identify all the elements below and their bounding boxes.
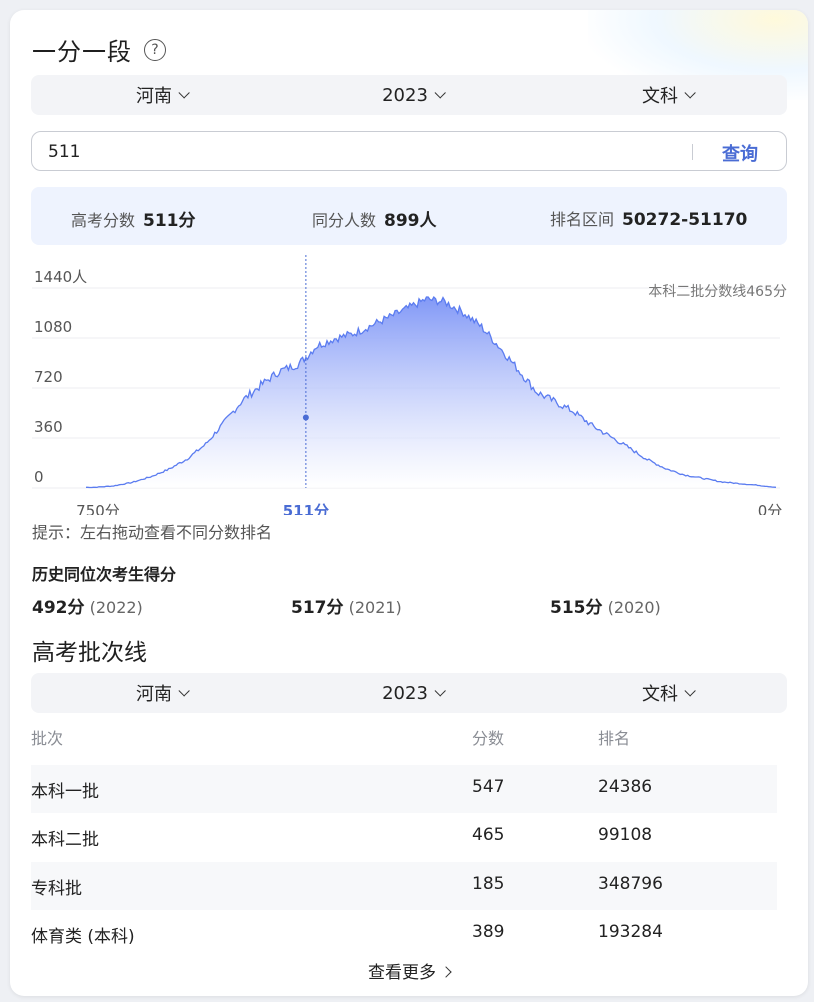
batch-score: 389 xyxy=(472,922,505,942)
batch-province-select[interactable]: 河南 xyxy=(136,680,190,706)
query-button[interactable]: 查询 xyxy=(722,140,758,166)
cutoff-annotation: 本科二批分数线465分 xyxy=(648,284,787,300)
column-header-batch: 批次 xyxy=(31,729,64,748)
chevron-down-icon xyxy=(434,685,446,697)
history-item: 517分 (2021) xyxy=(291,593,402,618)
batch-year-select[interactable]: 2023 xyxy=(382,682,446,704)
x-axis-left-label: 750分 xyxy=(76,502,120,515)
chevron-down-icon xyxy=(684,87,696,99)
batch-name: 本科二批 xyxy=(31,830,99,850)
same-score-label: 同分人数 xyxy=(312,211,377,230)
y-tick-label: 720 xyxy=(34,368,63,386)
batch-subject-select[interactable]: 文科 xyxy=(642,680,696,706)
score-search-box: 查询 xyxy=(31,131,787,171)
batch-score: 465 xyxy=(472,825,505,845)
batch-filter-bar: 河南 2023 文科 xyxy=(31,673,787,713)
filter-bar: 河南 2023 文科 xyxy=(31,75,787,115)
batch-subject-label: 文科 xyxy=(642,684,678,705)
batch-rank: 24386 xyxy=(598,777,653,797)
history-item: 492分 (2022) xyxy=(32,593,143,618)
y-tick-label: 360 xyxy=(34,418,63,436)
batch-rank: 348796 xyxy=(598,874,663,894)
subject-select[interactable]: 文科 xyxy=(642,82,696,108)
history-year: (2021) xyxy=(348,598,402,617)
batch-rank: 99108 xyxy=(598,825,653,845)
batch-name: 专科批 xyxy=(31,879,82,899)
subject-select-label: 文科 xyxy=(642,86,678,107)
history-item: 515分 (2020) xyxy=(550,593,661,618)
batch-rank: 193284 xyxy=(598,922,663,942)
score-input[interactable] xyxy=(48,140,668,164)
exam-score-label: 高考分数 xyxy=(71,211,136,230)
chevron-down-icon xyxy=(434,87,446,99)
question-circle-icon[interactable]: ? xyxy=(144,38,166,61)
same-score-value: 899人 xyxy=(384,211,437,231)
batch-name: 本科一批 xyxy=(31,782,99,802)
chart-svg[interactable]: 1440人 1080 720 360 0 本科二批分数线465分 750分 0分 511分 xyxy=(10,245,808,520)
distribution-area xyxy=(86,297,776,488)
batch-section-title: 高考批次线 xyxy=(32,640,147,666)
view-more-link[interactable]: 查看更多 xyxy=(10,958,808,983)
exam-score-stat: 高考分数 511分 xyxy=(71,206,196,231)
year-select-label: 2023 xyxy=(382,84,428,106)
marker-score-label: 511分 xyxy=(283,502,329,515)
history-score: 517分 xyxy=(291,598,344,618)
score-summary: 高考分数 511分 同分人数 899人 排名区间 50272-51170 xyxy=(31,187,787,245)
chevron-down-icon xyxy=(178,87,190,99)
search-divider xyxy=(692,144,693,160)
history-score: 515分 xyxy=(550,598,603,618)
y-tick-label: 1440人 xyxy=(34,268,87,286)
score-marker-dot[interactable] xyxy=(302,414,309,421)
table-row: 体育类 (本科) 389 193284 xyxy=(31,910,777,958)
province-select[interactable]: 河南 xyxy=(136,82,190,108)
title-row: 一分一段 ? xyxy=(32,32,166,67)
column-header-score: 分数 xyxy=(472,729,505,748)
rank-range-label: 排名区间 xyxy=(550,210,615,229)
table-row: 本科一批 547 24386 xyxy=(31,765,777,813)
exam-score-value: 511分 xyxy=(143,211,196,231)
table-row: 本科二批 465 99108 xyxy=(31,813,777,861)
year-select[interactable]: 2023 xyxy=(382,84,446,106)
column-header-rank: 排名 xyxy=(598,729,631,748)
page-title: 一分一段 xyxy=(32,38,132,66)
history-year: (2022) xyxy=(89,598,143,617)
province-select-label: 河南 xyxy=(136,86,172,107)
rank-range-stat: 排名区间 50272-51170 xyxy=(550,206,747,230)
score-distribution-chart[interactable]: 1440人 1080 720 360 0 本科二批分数线465分 750分 0分 511分 xyxy=(10,245,808,520)
y-tick-label: 0 xyxy=(34,468,44,486)
chevron-right-icon xyxy=(440,966,452,978)
batch-province-label: 河南 xyxy=(136,684,172,705)
drag-hint: 提示：左右拖动查看不同分数排名 xyxy=(32,523,273,542)
rank-range-value: 50272-51170 xyxy=(622,210,748,230)
batch-name: 体育类 (本科) xyxy=(31,927,135,947)
table-row: 专科批 185 348796 xyxy=(31,862,777,910)
same-score-stat: 同分人数 899人 xyxy=(312,206,437,231)
batch-year-label: 2023 xyxy=(382,682,428,704)
score-rank-card: 一分一段 ? 河南 2023 文科 查询 高考分数 511分 同分人数 899人 排… xyxy=(10,10,808,996)
history-score: 492分 xyxy=(32,598,85,618)
history-title: 历史同位次考生得分 xyxy=(32,565,177,584)
y-tick-label: 1080 xyxy=(34,318,72,336)
view-more-label: 查看更多 xyxy=(368,963,436,983)
history-year: (2020) xyxy=(607,598,661,617)
batch-score: 547 xyxy=(472,777,505,797)
chevron-down-icon xyxy=(178,685,190,697)
chevron-down-icon xyxy=(684,685,696,697)
x-axis-right-label: 0分 xyxy=(758,502,783,515)
batch-score: 185 xyxy=(472,874,505,894)
